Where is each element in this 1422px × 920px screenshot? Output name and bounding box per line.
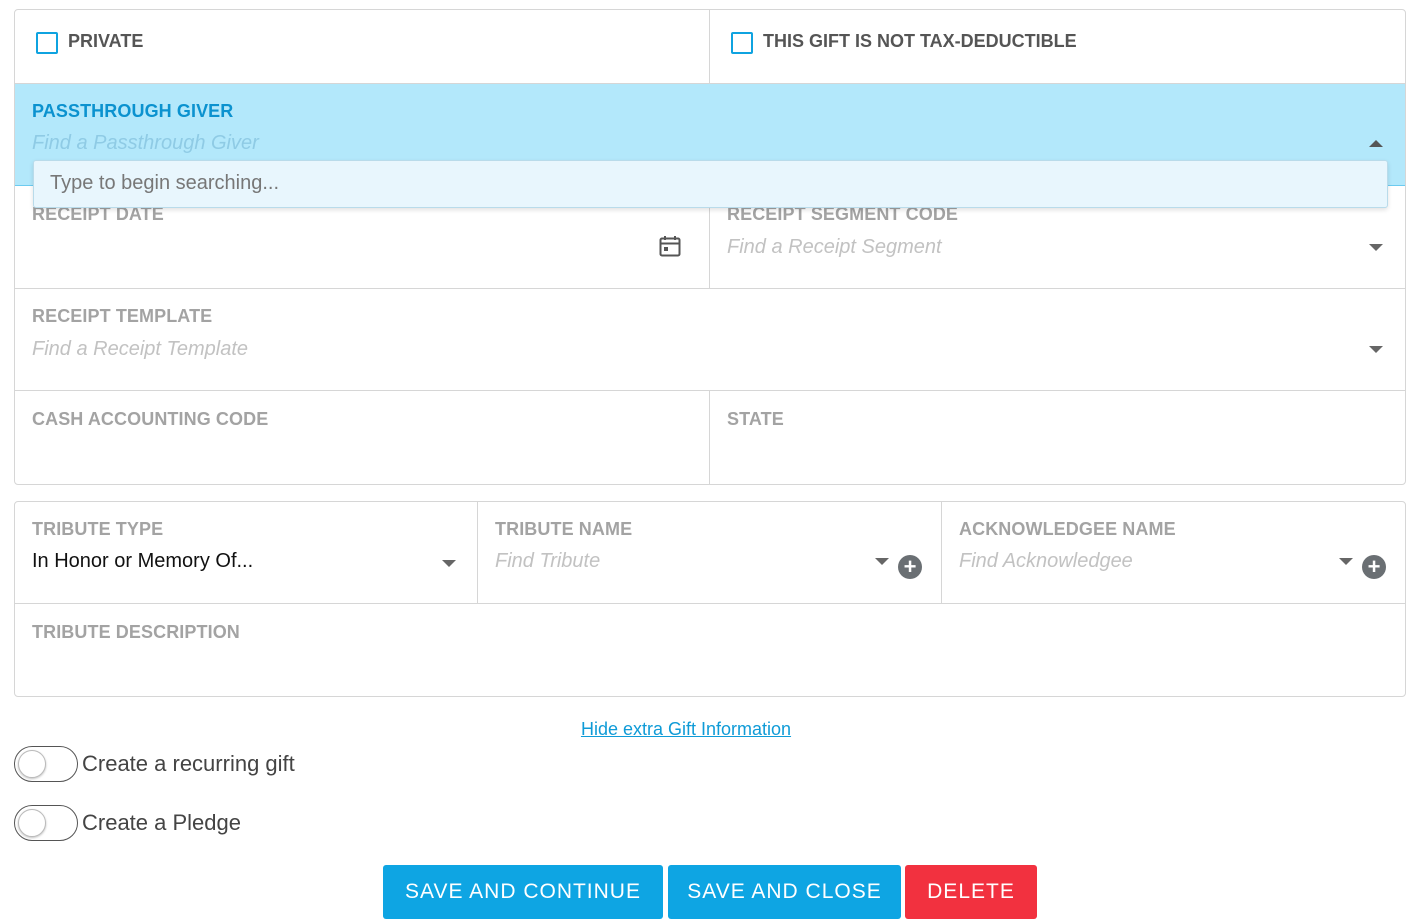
private-checkbox[interactable]: [36, 32, 58, 54]
add-acknowledgee-icon[interactable]: +: [1362, 555, 1386, 579]
chevron-down-icon[interactable]: [1369, 346, 1383, 353]
tribute-type-label: TRIBUTE TYPE: [32, 519, 164, 539]
chevron-up-icon[interactable]: [1369, 140, 1383, 147]
gift-details-panel: PRIVATE THIS GIFT IS NOT TAX-DEDUCTIBLE …: [14, 9, 1406, 485]
add-tribute-icon[interactable]: +: [898, 555, 922, 579]
private-label: PRIVATE: [68, 31, 144, 51]
accounting-row: CASH ACCOUNTING CODE STATE: [15, 391, 1405, 484]
hide-extra-gift-info-link[interactable]: Hide extra Gift Information: [0, 719, 1372, 740]
chevron-down-icon[interactable]: [1369, 244, 1383, 251]
checkbox-row: PRIVATE THIS GIFT IS NOT TAX-DEDUCTIBLE: [15, 10, 1405, 84]
calendar-icon[interactable]: [658, 234, 682, 258]
receipt-segment-input[interactable]: Find a Receipt Segment: [727, 236, 942, 259]
receipt-template-input[interactable]: Find a Receipt Template: [32, 338, 248, 361]
tribute-description-label: TRIBUTE DESCRIPTION: [32, 622, 240, 642]
cash-accounting-code-field[interactable]: CASH ACCOUNTING CODE: [15, 391, 710, 484]
private-cell[interactable]: PRIVATE: [15, 10, 710, 83]
tribute-type-select[interactable]: In Honor or Memory Of...: [32, 550, 253, 573]
chevron-down-icon[interactable]: [1339, 558, 1353, 565]
acknowledgee-name-input[interactable]: Find Acknowledgee: [959, 550, 1133, 573]
tribute-type-field[interactable]: TRIBUTE TYPE In Honor or Memory Of...: [15, 502, 478, 603]
state-label: STATE: [727, 409, 784, 429]
toggle-knob: [18, 750, 46, 778]
receipt-template-label: RECEIPT TEMPLATE: [32, 306, 213, 326]
not-tax-deductible-checkbox[interactable]: [731, 32, 753, 54]
tribute-name-label: TRIBUTE NAME: [495, 519, 633, 539]
acknowledgee-name-label: ACKNOWLEDGEE NAME: [959, 519, 1176, 539]
passthrough-giver-label: PASSTHROUGH GIVER: [32, 101, 234, 121]
tribute-description-field[interactable]: TRIBUTE DESCRIPTION: [15, 604, 1405, 696]
passthrough-giver-dropdown[interactable]: Type to begin searching...: [33, 160, 1388, 208]
pledge-label: Create a Pledge: [82, 810, 241, 835]
chevron-down-icon[interactable]: [442, 560, 456, 567]
acknowledgee-name-field[interactable]: ACKNOWLEDGEE NAME Find Acknowledgee +: [942, 502, 1405, 603]
cash-accounting-code-label: CASH ACCOUNTING CODE: [32, 409, 269, 429]
recurring-gift-label: Create a recurring gift: [82, 751, 295, 776]
not-tax-deductible-label: THIS GIFT IS NOT TAX-DEDUCTIBLE: [763, 31, 1077, 51]
pledge-toggle[interactable]: [14, 805, 78, 841]
delete-button[interactable]: DELETE: [905, 865, 1037, 919]
tribute-row: TRIBUTE TYPE In Honor or Memory Of... TR…: [15, 502, 1405, 604]
state-field[interactable]: STATE: [710, 391, 1405, 484]
chevron-down-icon[interactable]: [875, 558, 889, 565]
save-and-close-button[interactable]: SAVE AND CLOSE: [668, 865, 901, 919]
tribute-name-field[interactable]: TRIBUTE NAME Find Tribute +: [478, 502, 942, 603]
toggle-knob: [18, 809, 46, 837]
tribute-name-input[interactable]: Find Tribute: [495, 550, 600, 573]
recurring-gift-toggle[interactable]: [14, 746, 78, 782]
save-and-continue-button[interactable]: SAVE AND CONTINUE: [383, 865, 663, 919]
not-tax-deductible-cell[interactable]: THIS GIFT IS NOT TAX-DEDUCTIBLE: [710, 10, 1405, 83]
tribute-panel: TRIBUTE TYPE In Honor or Memory Of... TR…: [14, 501, 1406, 697]
passthrough-giver-input[interactable]: Find a Passthrough Giver: [32, 132, 259, 155]
receipt-template-field[interactable]: RECEIPT TEMPLATE Find a Receipt Template: [15, 289, 1405, 391]
dropdown-search-hint: Type to begin searching...: [50, 172, 280, 194]
